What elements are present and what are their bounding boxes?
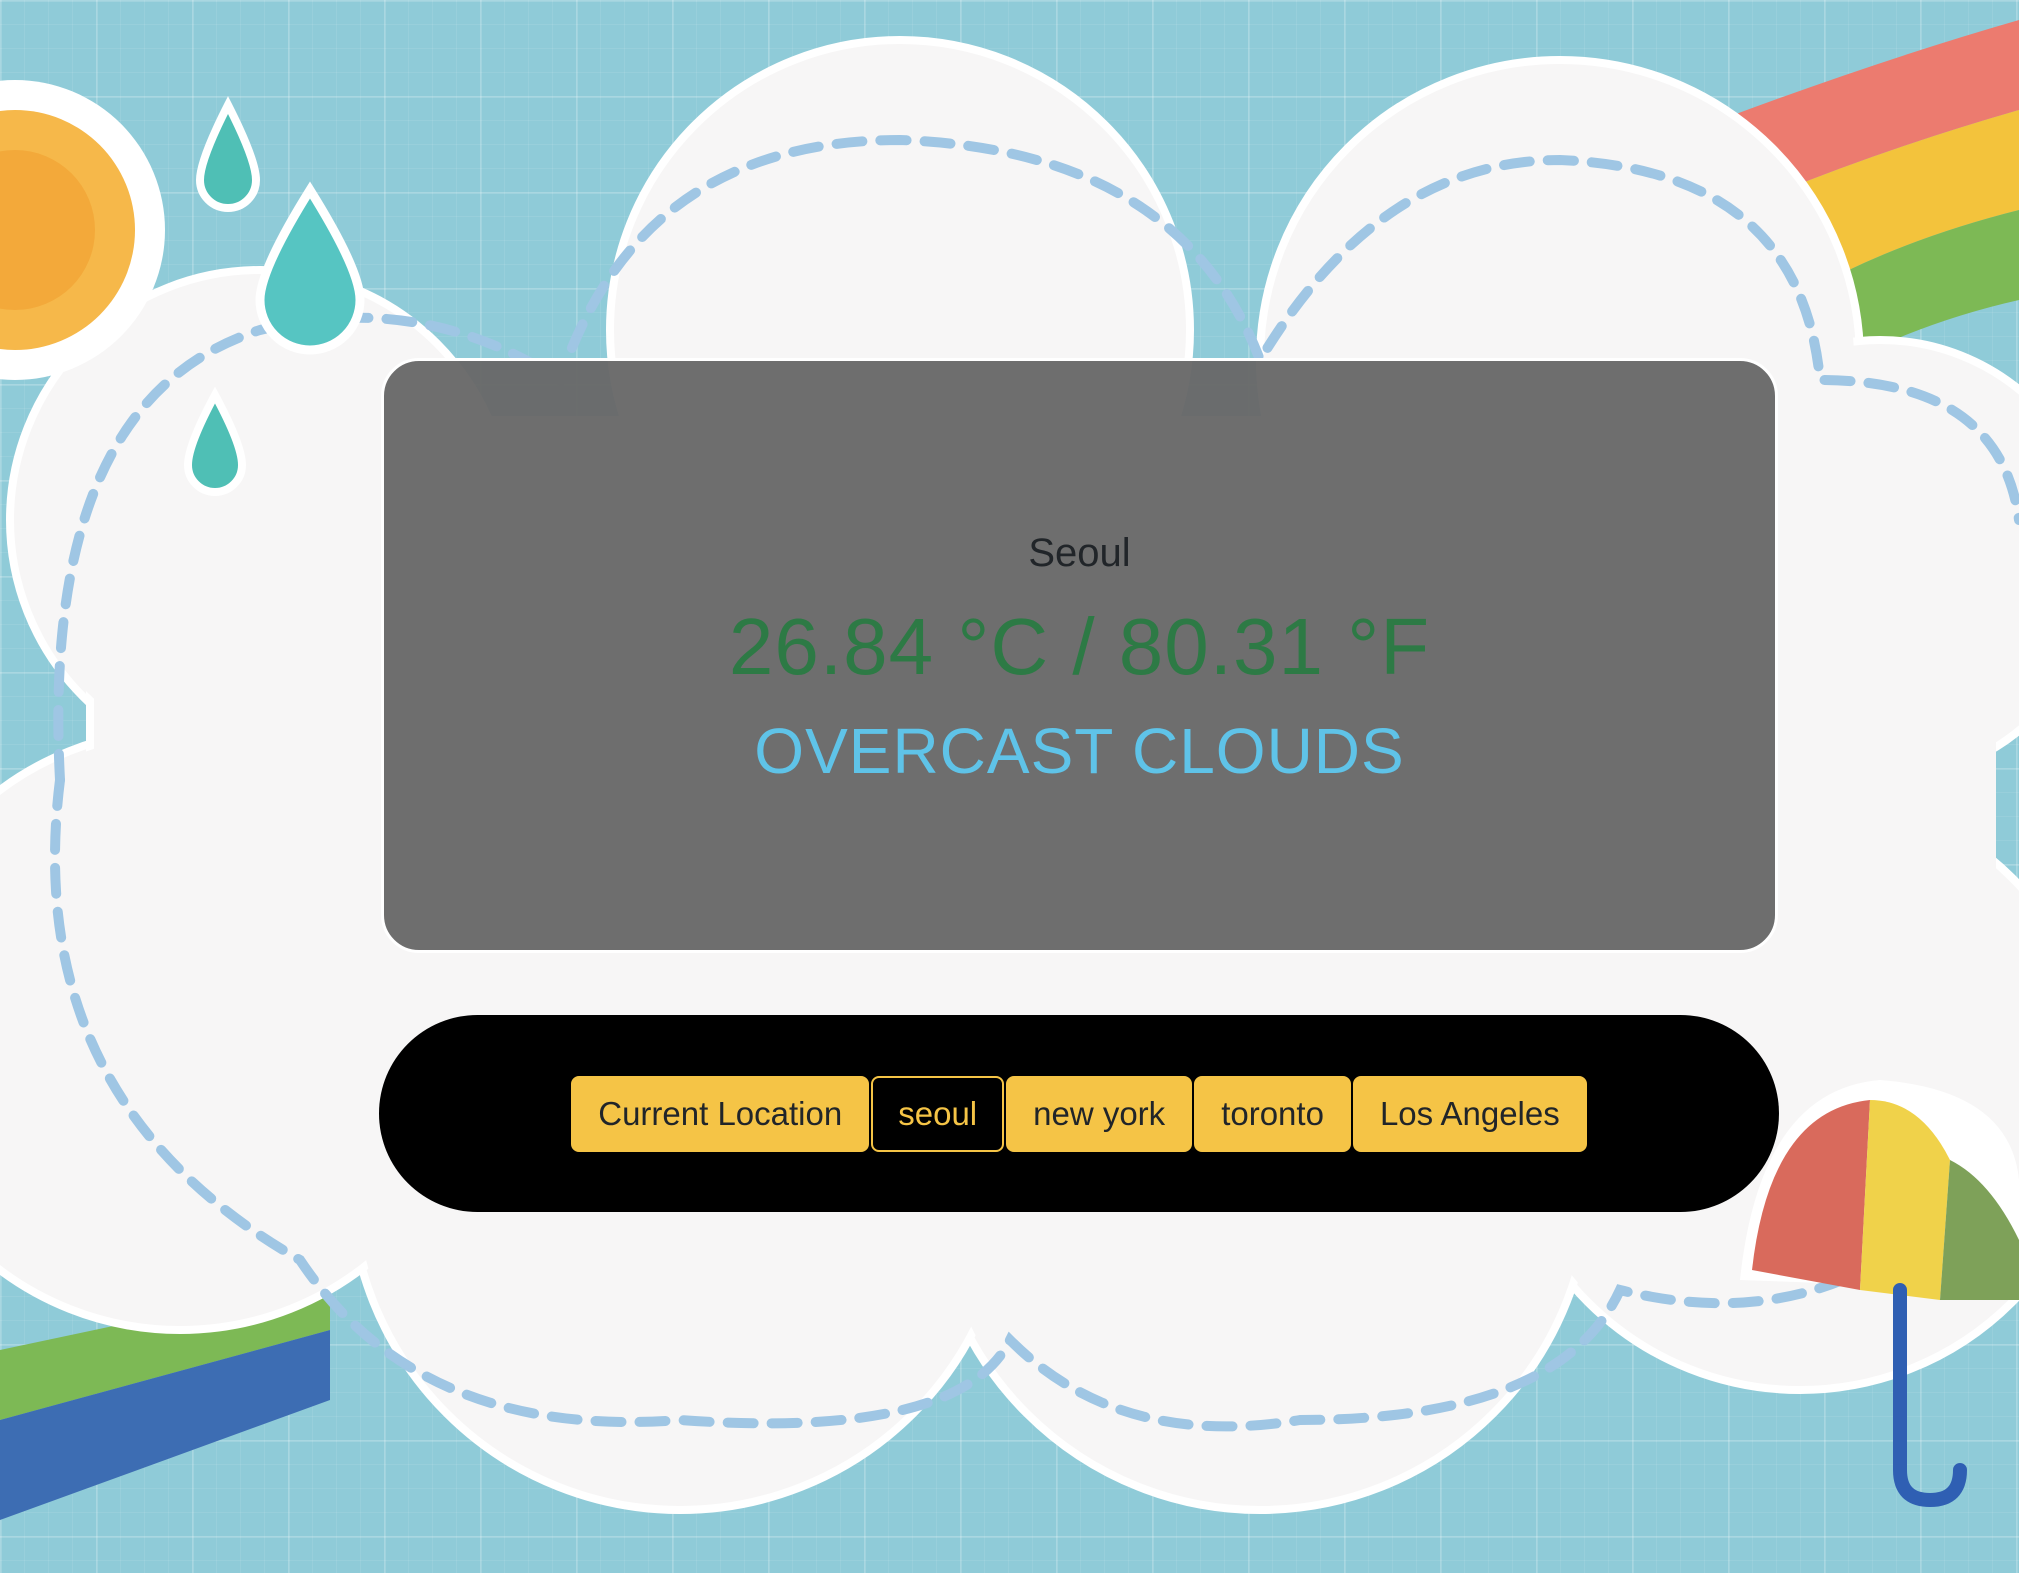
city-button-bar: Current Location seoul new york toronto … xyxy=(379,1015,1779,1212)
new-york-button[interactable]: new york xyxy=(1006,1075,1193,1152)
temperature-reading: 26.84 °C / 80.31 °F xyxy=(728,602,1431,691)
city-name: Seoul xyxy=(1028,531,1131,575)
toronto-button[interactable]: toronto xyxy=(1194,1075,1351,1152)
weather-card: Seoul 26.84 °C / 80.31 °F OVERCAST CLOUD… xyxy=(381,358,1778,953)
current-location-button[interactable]: Current Location xyxy=(571,1075,870,1152)
seoul-button[interactable]: seoul xyxy=(871,1075,1005,1152)
los-angeles-button[interactable]: Los Angeles xyxy=(1352,1075,1587,1152)
weather-description: OVERCAST CLOUDS xyxy=(754,715,1405,787)
